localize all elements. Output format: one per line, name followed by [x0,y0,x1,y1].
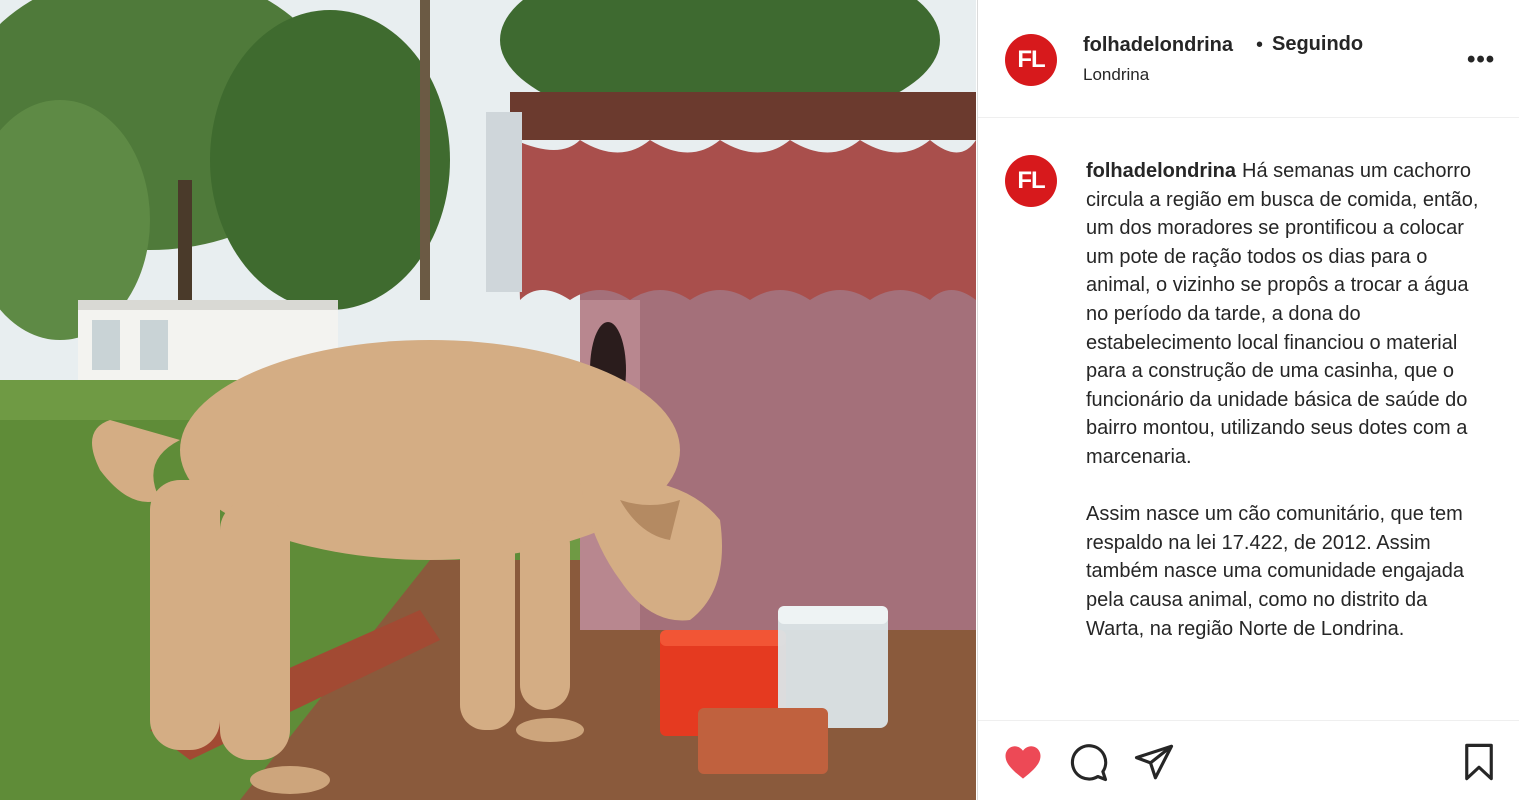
follow-status-button[interactable]: Seguindo [1272,33,1363,56]
caption-paragraph-2: Assim nasce um cão comunitário, que tem … [1086,503,1465,640]
caption-text-1: Há semanas um cachorro circula a região … [1086,160,1479,468]
post-photo[interactable] [0,0,976,800]
author-avatar[interactable]: FL [1005,34,1057,86]
caption-author-avatar[interactable]: FL [1005,155,1057,207]
dog-photo-illustration [0,0,976,800]
post-location-link[interactable]: Londrina [1083,65,1149,85]
post-side-panel: FL folhadelondrina • Seguindo Londrina •… [977,0,1519,800]
bookmark-icon[interactable] [1458,741,1500,783]
post-header: FL folhadelondrina • Seguindo Londrina •… [978,0,1519,118]
comment-icon[interactable] [1067,741,1109,783]
author-username-link[interactable]: folhadelondrina [1083,34,1233,57]
post-caption: folhadelondrina Há semanas um cachorro ci… [1086,157,1486,643]
post-actions-bar [978,720,1519,800]
header-separator: • [1256,34,1264,56]
caption-username-link[interactable]: folhadelondrina [1086,160,1236,182]
heart-filled-icon[interactable] [1002,741,1044,783]
more-options-icon[interactable]: ••• [1467,48,1494,72]
caption-scroll-area[interactable]: FL folhadelondrina Há semanas um cachorro… [978,119,1519,719]
caption-paragraph-1: folhadelondrina Há semanas um cachorro ci… [1086,157,1486,472]
paper-plane-icon[interactable] [1133,741,1175,783]
